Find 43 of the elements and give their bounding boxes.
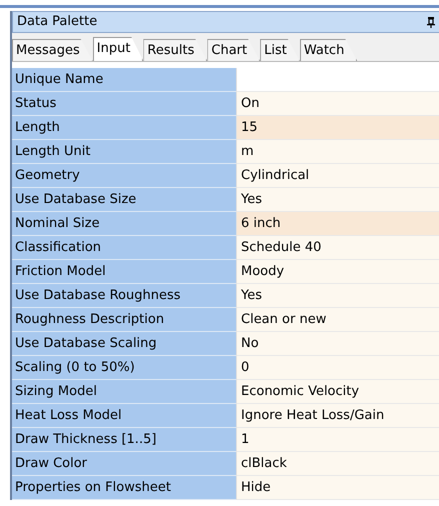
property-name: Friction Model <box>12 260 236 284</box>
property-value[interactable]: Schedule 40 <box>236 236 439 260</box>
property-name: Scaling (0 to 50%) <box>12 356 236 380</box>
tab[interactable]: Input <box>92 37 144 61</box>
property-name: Properties on Flowsheet <box>12 476 236 500</box>
property-value[interactable]: Hide <box>236 476 439 500</box>
property-name: Length <box>12 116 236 140</box>
property-name: Use Database Scaling <box>12 332 236 356</box>
property-value[interactable]: 0 <box>236 356 439 380</box>
property-value[interactable]: 15 <box>236 116 439 140</box>
property-name: Nominal Size <box>12 212 236 236</box>
property-name: Geometry <box>12 164 236 188</box>
property-value[interactable]: clBlack <box>236 452 439 476</box>
tab[interactable]: Chart <box>207 39 260 61</box>
property-value[interactable]: Yes <box>236 284 439 308</box>
panel-title: Data Palette <box>17 13 98 32</box>
property-name: Use Database Size <box>12 188 236 212</box>
property-value[interactable]: Yes <box>236 188 439 212</box>
property-name: Draw Color <box>12 452 236 476</box>
property-value[interactable]: m <box>236 140 439 164</box>
tab[interactable]: Watch <box>300 39 358 61</box>
property-name: Classification <box>12 236 236 260</box>
property-value[interactable]: On <box>236 92 439 116</box>
property-value[interactable]: Economic Velocity <box>236 380 439 404</box>
property-value[interactable]: Cylindrical <box>236 164 439 188</box>
pin-icon[interactable] <box>427 16 435 28</box>
property-value[interactable]: Ignore Heat Loss/Gain <box>236 404 439 428</box>
property-name: Unique Name <box>12 68 236 92</box>
property-name: Sizing Model <box>12 380 236 404</box>
property-name: Draw Thickness [1..5] <box>12 428 236 452</box>
property-name: Roughness Description <box>12 308 236 332</box>
property-name: Length Unit <box>12 140 236 164</box>
property-name: Heat Loss Model <box>12 404 236 428</box>
tab[interactable]: Results <box>143 39 208 61</box>
property-value[interactable]: 6 inch <box>236 212 439 236</box>
tab[interactable]: List <box>260 39 300 61</box>
property-name: Use Database Roughness <box>12 284 236 308</box>
property-value[interactable]: Clean or new <box>236 308 439 332</box>
property-name: Status <box>12 92 236 116</box>
tab[interactable]: Messages <box>12 39 93 61</box>
property-value[interactable]: Moody <box>236 260 439 284</box>
property-value[interactable]: 1 <box>236 428 439 452</box>
property-value[interactable]: No <box>236 332 439 356</box>
